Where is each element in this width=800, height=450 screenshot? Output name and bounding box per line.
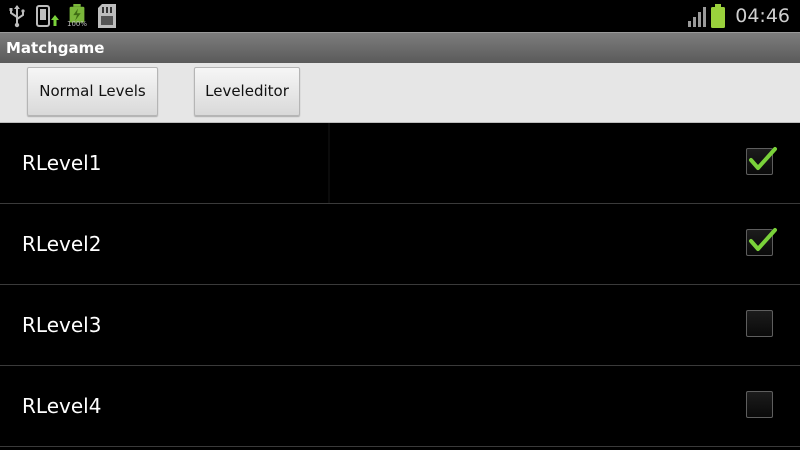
leveleditor-button[interactable]: Leveleditor — [194, 67, 300, 116]
level-label: RLevel2 — [22, 232, 102, 256]
level-checkbox[interactable] — [746, 147, 777, 175]
sd-card-icon — [98, 4, 116, 28]
level-checkbox[interactable] — [746, 310, 773, 337]
level-list: RLevel1 RLevel2 RLevel3 RLevel4 — [0, 123, 800, 447]
level-row[interactable]: RLevel1 — [0, 123, 800, 204]
level-label: RLevel3 — [22, 313, 102, 337]
battery-percent-text: 100% — [67, 20, 88, 28]
status-bar: 100% 04:46 — [0, 0, 800, 32]
level-checkbox[interactable] — [746, 228, 777, 256]
level-row[interactable]: RLevel2 — [0, 204, 800, 285]
signal-icon — [688, 7, 706, 27]
checkmark-icon — [749, 147, 777, 170]
usb-icon — [9, 5, 25, 28]
level-checkbox[interactable] — [746, 391, 773, 418]
phone-upload-icon — [36, 5, 59, 27]
level-row[interactable]: RLevel4 — [0, 366, 800, 447]
app-title: Matchgame — [6, 39, 105, 57]
level-row[interactable]: RLevel3 — [0, 285, 800, 366]
checkmark-icon — [749, 228, 777, 251]
level-label: RLevel1 — [22, 151, 102, 175]
battery-icon — [711, 4, 725, 28]
clock-text: 04:46 — [735, 5, 790, 27]
level-label: RLevel4 — [22, 394, 102, 418]
button-bar: Normal Levels Leveleditor — [0, 63, 800, 123]
faint-divider — [328, 123, 330, 203]
app-title-bar: Matchgame — [0, 32, 800, 63]
normal-levels-button[interactable]: Normal Levels — [27, 67, 158, 116]
